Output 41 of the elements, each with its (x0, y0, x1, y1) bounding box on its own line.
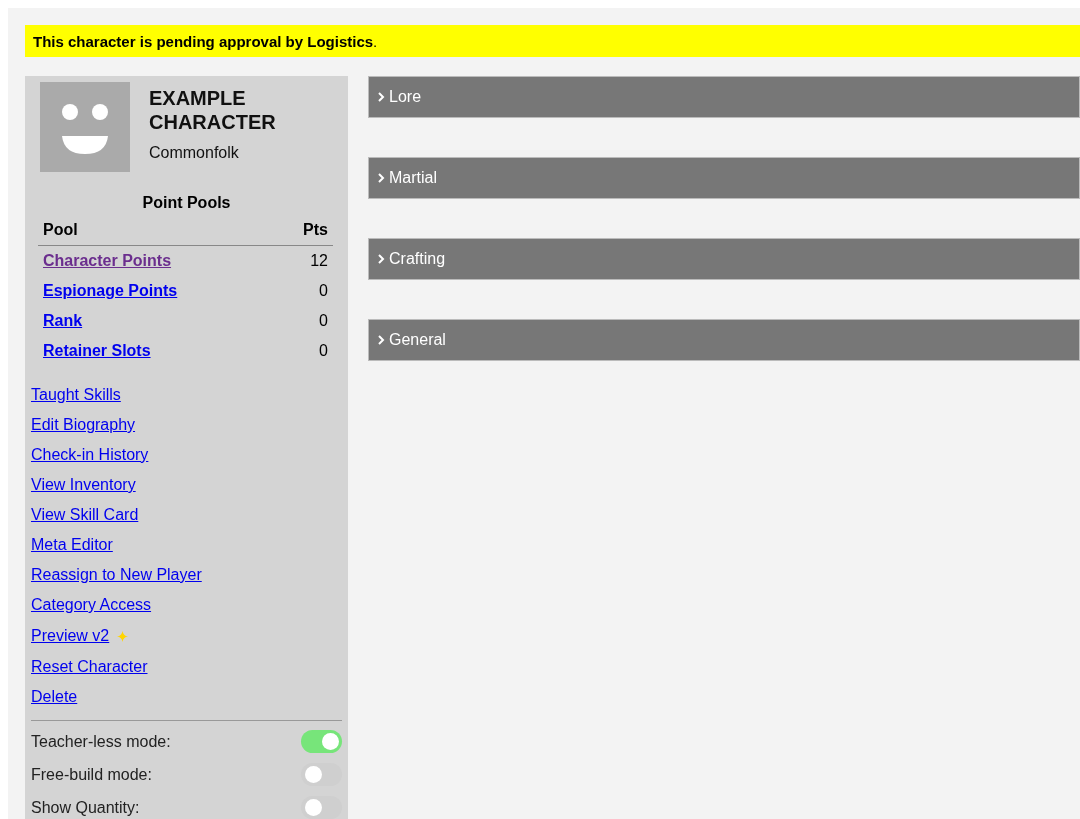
sidebar-link[interactable]: Check-in History (31, 446, 149, 464)
character-name: EXAMPLE CHARACTER (149, 86, 277, 134)
sidebar-link[interactable]: View Inventory (31, 476, 136, 494)
toggle-switch[interactable] (301, 763, 342, 786)
toggle-switch[interactable] (301, 730, 342, 753)
toggle-label: Free-build mode: (31, 765, 152, 784)
chevron-right-icon (377, 253, 385, 265)
sidebar-link[interactable]: Edit Biography (31, 416, 136, 434)
toggle-label: Show Quantity: (31, 798, 140, 817)
sidebar-link[interactable]: Preview v2 (31, 627, 110, 645)
section-header[interactable]: Lore (368, 76, 1080, 118)
sidebar-link[interactable]: View Skill Card (31, 506, 139, 524)
pool-points: 0 (318, 311, 329, 331)
sidebar-link[interactable]: Reassign to New Player (31, 566, 202, 584)
pool-link[interactable]: Character Points (43, 252, 172, 269)
pool-link[interactable]: Espionage Points (43, 282, 178, 299)
pool-link[interactable]: Retainer Slots (43, 342, 151, 359)
chevron-right-icon (377, 91, 385, 103)
pool-link[interactable]: Rank (43, 312, 83, 329)
chevron-right-icon (377, 334, 385, 346)
character-class: Commonfolk (149, 144, 240, 162)
column-header: Pool (38, 216, 276, 246)
sidebar-link[interactable]: Reset Character (31, 658, 148, 676)
pool-points: 0 (318, 281, 329, 301)
pool-points: 12 (275, 245, 333, 276)
section-header[interactable]: General (368, 319, 1080, 361)
sparkle-icon (117, 630, 129, 642)
section-header[interactable]: Martial (368, 157, 1080, 199)
sidebar-link[interactable]: Category Access (31, 596, 152, 614)
avatar-icon (40, 82, 130, 172)
toggle-label: Teacher-less mode: (31, 732, 171, 751)
sidebar-link[interactable]: Meta Editor (31, 536, 113, 554)
section-header[interactable]: Crafting (368, 238, 1080, 280)
chevron-right-icon (377, 172, 385, 184)
point-pools-title: Point Pools (141, 194, 232, 212)
column-header: Pts (275, 216, 333, 246)
sidebar-link[interactable]: Taught Skills (31, 386, 121, 404)
pool-points: 0 (318, 341, 329, 361)
sidebar-link[interactable]: Delete (31, 688, 78, 706)
toggle-switch[interactable] (301, 796, 342, 819)
banner-text: This character is pending approval by Logistics. (33, 33, 378, 50)
